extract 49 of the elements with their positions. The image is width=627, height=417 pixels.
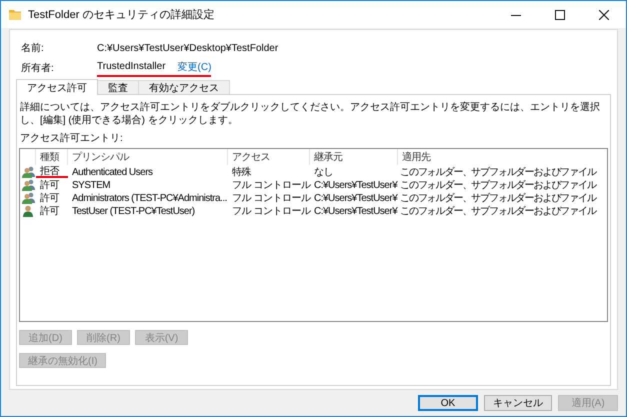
table-cell-text: TestUser (TEST-PC¥TestUser) — [71, 204, 196, 218]
table-cell-text: このフォルダー、サブフォルダーおよびファイル — [399, 192, 598, 205]
table-cell-text: 許可 — [39, 204, 60, 218]
instruction-text: 詳細については、アクセス許可エントリをダブルクリックしてください。アクセス許可エントリを変更するには、エントリを選択し、[編集] (使用できる場合) をクリックします。 — [19, 101, 601, 127]
path-value: C:¥Users¥TestUser¥Desktop¥TestFolder — [97, 42, 278, 54]
tab[interactable]: 監査 — [97, 80, 139, 94]
users-icon — [22, 166, 35, 178]
table-row[interactable]: 許可 TestUser (TEST-PC¥TestUser) フル コントロール C:¥Users¥TestUser¥ このフォルダー、サブフォルダーおよびファイル — [20, 204, 607, 217]
table-cell-text: フル コントロール — [231, 192, 310, 205]
dialog-button[interactable]: キャンセル — [484, 395, 552, 411]
column-header[interactable]: 適用先 — [398, 149, 607, 165]
users-icon — [22, 179, 35, 191]
table-cell-text: C:¥Users¥TestUser¥ — [313, 178, 398, 192]
table-cell-text: Administrators (TEST-PC¥Administra... — [71, 192, 228, 205]
table-cell-text: フル コントロール — [231, 205, 310, 218]
table-cell: 拒否 — [36, 165, 68, 178]
table-cell-text: このフォルダー、サブフォルダーおよびファイル — [399, 166, 598, 179]
column-header[interactable]: アクセス — [228, 149, 310, 165]
owner-value: TrustedInstaller — [97, 61, 166, 72]
tab[interactable]: アクセス許可 — [16, 79, 98, 95]
table-row[interactable]: 拒否 Authenticated Users 特殊 なし このフォルダー、サブフォルダーおよびファイル — [20, 165, 607, 178]
window-title: TestFolder のセキュリティの詳細設定 — [28, 8, 216, 22]
close-icon — [599, 10, 609, 20]
table-cell-text: このフォルダー、サブフォルダーおよびファイル — [399, 178, 598, 192]
column-header[interactable]: 継承元 — [310, 149, 398, 165]
users-icon — [22, 192, 35, 204]
change-link[interactable]: 変更(C) — [178, 60, 212, 74]
table-row[interactable]: 許可 SYSTEM フル コントロール C:¥Users¥TestUser¥ このフォルダー、サブフォルダーおよびファイル — [20, 178, 607, 191]
folder-icon — [9, 9, 21, 20]
table-cell-text: なし — [313, 166, 334, 179]
table-cell-text: このフォルダー、サブフォルダーおよびファイル — [399, 204, 598, 218]
table-cell-text: 許可 — [39, 178, 60, 192]
field-label: 名前: — [21, 42, 45, 55]
column-header[interactable]: 種類 — [36, 149, 68, 165]
user-icon — [22, 205, 35, 217]
table-cell-text: SYSTEM — [71, 178, 112, 192]
maximize-icon — [555, 10, 565, 20]
table-row[interactable]: 許可 Administrators (TEST-PC¥Administra... フル コントロール C:¥Users¥TestUser¥ このフォルダー、サブフォルダーおよびファイル — [20, 191, 607, 204]
table-cell-text: Authenticated Users — [71, 166, 154, 179]
table-cell-text: 許可 — [39, 192, 60, 205]
table-cell-text: フル コントロール — [231, 179, 310, 192]
table-cell-text: 特殊 — [231, 166, 252, 179]
list-label: アクセス許可エントリ: — [19, 132, 124, 145]
table-cell-text: C:¥Users¥TestUser¥ — [313, 204, 398, 218]
table-cell-text: C:¥Users¥TestUser¥ — [313, 192, 398, 205]
field-label: 所有者: — [21, 62, 55, 75]
column-header[interactable]: プリンシパル — [68, 149, 228, 165]
tab[interactable]: 有効なアクセス — [138, 80, 230, 94]
dialog-button[interactable]: OK — [418, 395, 478, 411]
